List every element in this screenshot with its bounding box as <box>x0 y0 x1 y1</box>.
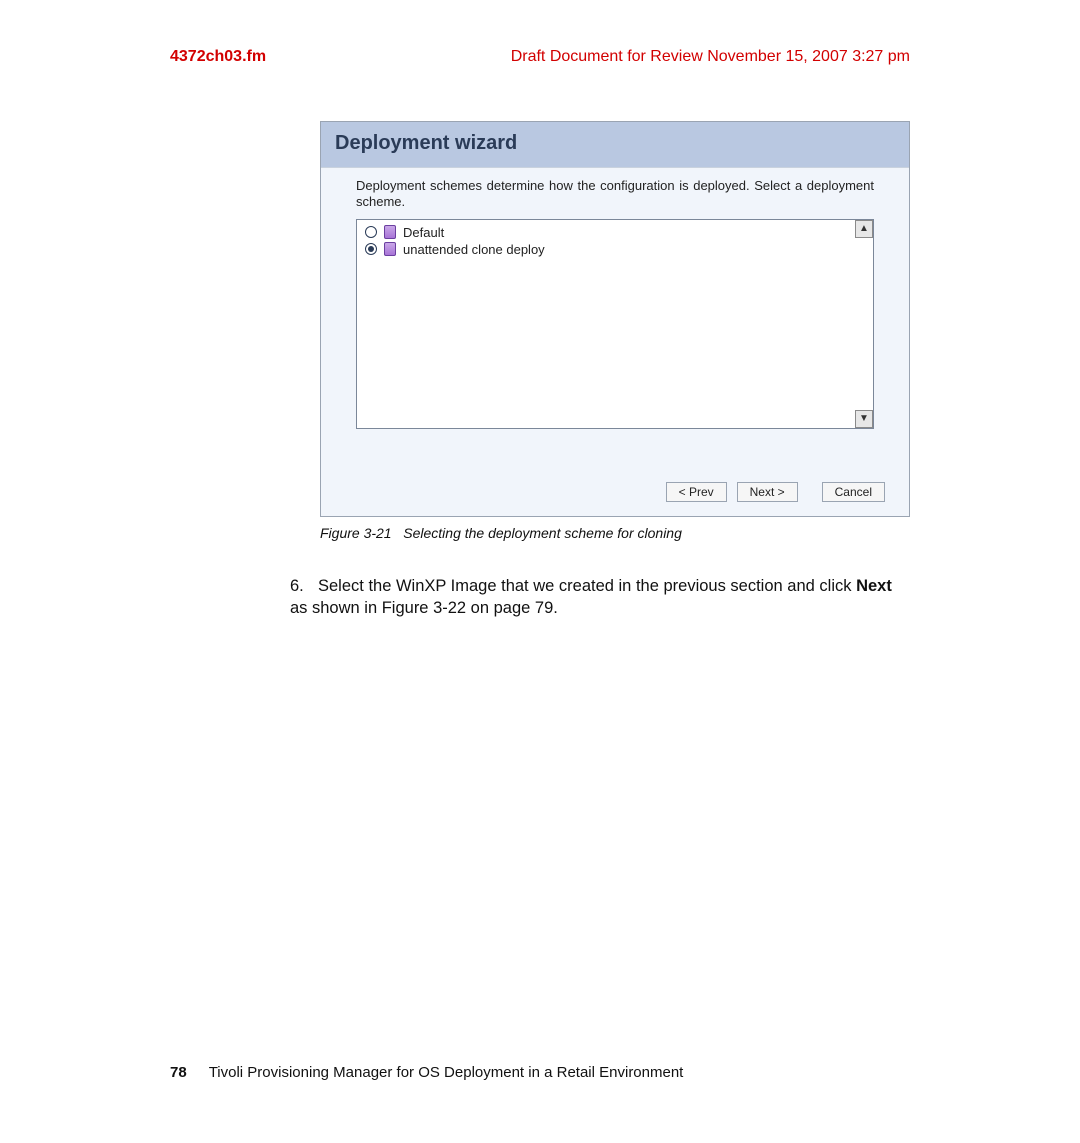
scheme-icon <box>384 225 396 239</box>
step-text-part2: as shown in Figure 3-22 on page 79. <box>290 599 558 617</box>
wizard-footer: < Prev Next > Cancel <box>321 470 909 516</box>
scheme-option-unattended-clone-deploy[interactable]: unattended clone deploy <box>365 241 853 258</box>
scheme-icon <box>384 242 396 256</box>
instruction-step-6: 6.Select the WinXP Image that we created… <box>290 575 910 620</box>
figure-caption: Figure 3-21 Selecting the deployment sch… <box>320 525 910 541</box>
next-button[interactable]: Next > <box>737 482 798 502</box>
deployment-wizard-dialog: Deployment wizard Deployment schemes det… <box>320 121 910 517</box>
page-footer: 78 Tivoli Provisioning Manager for OS De… <box>170 1064 683 1081</box>
radio-icon[interactable] <box>365 243 377 255</box>
scroll-up-icon[interactable]: ▲ <box>855 220 873 238</box>
wizard-title: Deployment wizard <box>321 122 909 168</box>
cancel-button[interactable]: Cancel <box>822 482 885 502</box>
figure-caption-label: Figure 3-21 <box>320 525 392 541</box>
document-page: 4372ch03.fm Draft Document for Review No… <box>0 0 1080 1143</box>
header-filename: 4372ch03.fm <box>170 48 266 66</box>
scheme-option-default[interactable]: Default <box>365 224 853 241</box>
figure-caption-text: Selecting the deployment scheme for clon… <box>403 525 682 541</box>
radio-icon[interactable] <box>365 226 377 238</box>
page-number: 78 <box>170 1064 187 1081</box>
scheme-label: Default <box>403 225 444 240</box>
book-title: Tivoli Provisioning Manager for OS Deplo… <box>209 1064 684 1081</box>
wizard-body: Deployment schemes determine how the con… <box>321 168 909 470</box>
running-header: 4372ch03.fm Draft Document for Review No… <box>170 48 910 66</box>
scroll-down-icon[interactable]: ▼ <box>855 410 873 428</box>
step-number: 6. <box>290 575 318 597</box>
header-draft-note: Draft Document for Review November 15, 2… <box>511 48 910 66</box>
prev-button[interactable]: < Prev <box>666 482 727 502</box>
wizard-description: Deployment schemes determine how the con… <box>356 178 874 211</box>
deployment-scheme-list[interactable]: Default unattended clone deploy ▲ ▼ <box>356 219 874 429</box>
step-text-bold: Next <box>856 577 892 595</box>
scheme-label: unattended clone deploy <box>403 242 545 257</box>
figure-3-21: Deployment wizard Deployment schemes det… <box>320 121 910 541</box>
step-text-part1: Select the WinXP Image that we created i… <box>318 577 856 595</box>
